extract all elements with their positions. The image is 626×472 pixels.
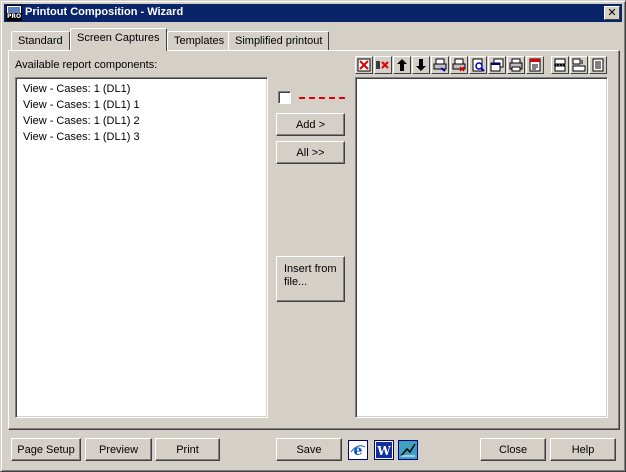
print-setup-icon[interactable] xyxy=(431,56,449,74)
list-item[interactable]: View - Cases: 1 (DL1) 1 xyxy=(23,97,140,113)
available-components-list[interactable]: View - Cases: 1 (DL1) View - Cases: 1 (D… xyxy=(15,77,268,418)
page-break-icon[interactable] xyxy=(551,56,569,74)
delete-icon[interactable] xyxy=(355,56,373,74)
add-button[interactable]: Add > xyxy=(276,113,345,136)
tab-label: Templates xyxy=(174,35,225,47)
available-components-label: Available report components: xyxy=(15,59,158,71)
tab-label: Standard xyxy=(18,35,63,47)
selected-components-list[interactable] xyxy=(355,77,608,418)
close-window-button[interactable]: ✕ xyxy=(604,6,620,20)
close-button[interactable]: Close xyxy=(480,438,546,461)
window-title: Printout Composition - Wizard xyxy=(25,6,184,18)
insert-from-file-button[interactable]: Insert from file... xyxy=(276,256,345,302)
add-all-button[interactable]: All >> xyxy=(276,141,345,164)
svg-text:W: W xyxy=(376,444,391,458)
separator-dashed-line xyxy=(299,97,345,99)
page-format-icon[interactable] xyxy=(589,56,607,74)
app-icon-label: PRO xyxy=(7,13,22,20)
delete-all-icon[interactable] xyxy=(374,56,392,74)
tab-screen-captures[interactable]: Screen Captures xyxy=(70,28,167,51)
move-up-icon[interactable] xyxy=(393,56,411,74)
app-icon: PRO xyxy=(6,5,22,21)
page-setup-button[interactable]: Page Setup xyxy=(11,438,81,461)
list-item[interactable]: View - Cases: 1 (DL1) 2 xyxy=(23,113,140,129)
tab-simplified-printout[interactable]: Simplified printout xyxy=(228,31,330,51)
move-down-icon[interactable] xyxy=(412,56,430,74)
tab-templates[interactable]: Templates xyxy=(167,31,232,51)
title-bar[interactable]: PRO Printout Composition - Wizard ✕ xyxy=(4,4,622,22)
tab-label: Screen Captures xyxy=(77,32,160,44)
word-icon[interactable]: W xyxy=(374,440,394,460)
printer-icon[interactable] xyxy=(507,56,525,74)
list-item[interactable]: View - Cases: 1 (DL1) 3 xyxy=(23,129,140,145)
help-button[interactable]: Help xyxy=(550,438,616,461)
tab-standard[interactable]: Standard xyxy=(11,31,70,51)
print-delete-icon[interactable] xyxy=(450,56,468,74)
window-icon[interactable] xyxy=(488,56,506,74)
separator-checkbox[interactable] xyxy=(278,91,291,104)
page-layout-icon[interactable] xyxy=(570,56,588,74)
wizard-window: PRO Printout Composition - Wizard ✕ Stan… xyxy=(0,0,626,472)
preview-button[interactable]: Preview xyxy=(85,438,152,461)
edit-page-icon[interactable] xyxy=(526,56,544,74)
list-item[interactable]: View - Cases: 1 (DL1) xyxy=(23,81,130,97)
print-preview-icon[interactable] xyxy=(469,56,487,74)
save-button[interactable]: Save xyxy=(276,438,342,461)
print-button[interactable]: Print xyxy=(155,438,220,461)
internet-explorer-icon[interactable]: e xyxy=(348,440,368,460)
chart-export-icon[interactable] xyxy=(398,440,418,460)
tab-label: Simplified printout xyxy=(235,35,323,47)
